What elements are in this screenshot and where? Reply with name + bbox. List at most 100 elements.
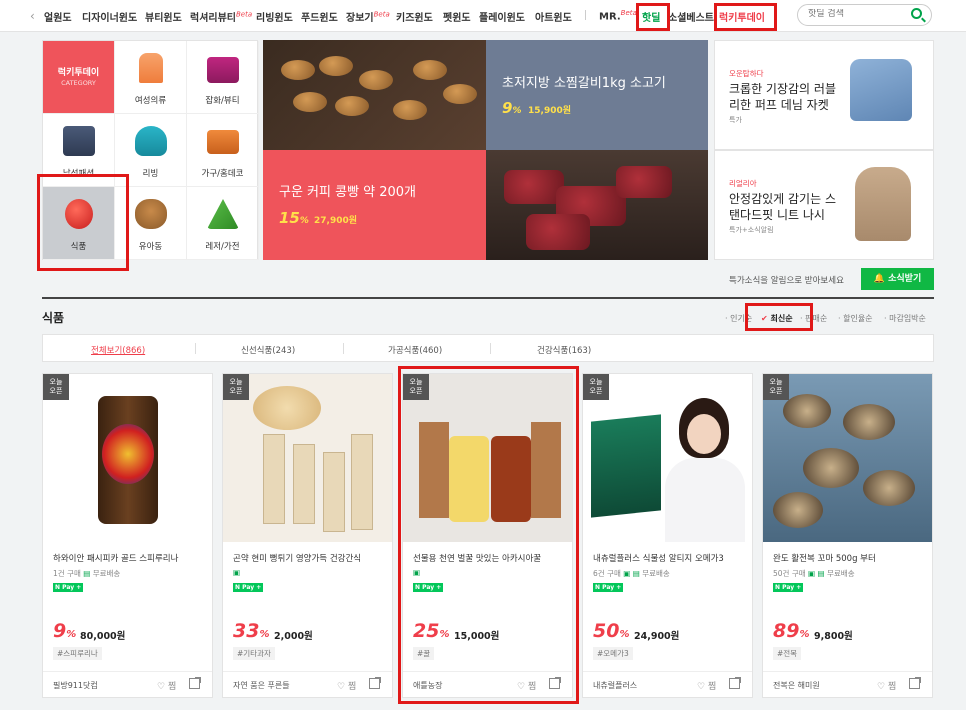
category-header-title: 럭키투데이 — [57, 68, 100, 78]
seller-name[interactable]: 자연 품은 푸른들 — [233, 680, 290, 691]
card-footer: 자연 품은 푸른들 ♡ 찜 — [223, 671, 392, 698]
product-tag[interactable]: #기타과자 — [233, 647, 275, 660]
tab-hotdeal[interactable]: 핫딜 — [642, 9, 660, 24]
wishlist-button[interactable]: ♡ 찜 — [517, 679, 536, 692]
beta-badge: Beta — [373, 10, 390, 19]
card-footer: 필방911닷컴 ♡ 찜 — [43, 671, 212, 698]
seller-name[interactable]: 내츄럴플러스 — [593, 680, 637, 691]
sort-popular[interactable]: · 인기순 — [725, 313, 752, 324]
share-icon[interactable] — [369, 677, 381, 689]
wishlist-button[interactable]: ♡ 찜 — [697, 679, 716, 692]
discount: 33% — [233, 620, 270, 642]
banner-beef[interactable]: 초저지방 소찜갈비1kg 소고기 9% 15,900원 — [486, 40, 708, 150]
product-name[interactable]: 하와이안 패시피카 골드 스피루리나 — [53, 552, 205, 564]
search-icon[interactable] — [911, 8, 922, 19]
ad-sub: 특가 — [729, 116, 742, 124]
product-name[interactable]: 내츄럴플러스 식물성 알티지 오메가3 — [593, 552, 745, 564]
nav-item[interactable]: 디자이너윈도 — [82, 9, 137, 24]
wishlist-button[interactable]: ♡ 찜 — [157, 679, 176, 692]
side-ad-knit[interactable]: 리얼리아 안정감있게 감기는 스탠다드핏 니트 나시 특가+소식알림 — [714, 150, 934, 260]
share-icon[interactable] — [189, 677, 201, 689]
category-label: 레저/가전 — [205, 242, 240, 252]
subtab-health[interactable]: 건강식품(163) — [537, 344, 591, 356]
nav-item[interactable]: 플레이윈도 — [479, 9, 525, 24]
category-leisure[interactable]: 레저/가전 — [187, 187, 259, 260]
tab-lucky-today[interactable]: 럭키투데이 — [719, 9, 765, 24]
chevron-left-icon[interactable]: ‹ — [30, 9, 35, 23]
product-name[interactable]: 곤약 현미 뻥튀기 영양가득 건강간식 — [233, 552, 385, 564]
product-name[interactable]: 선물용 천연 벌꿀 맛있는 아카시아꿀 — [413, 552, 565, 564]
sort-sales[interactable]: · 판매순 — [800, 313, 827, 324]
truck-icon: ▤ — [817, 569, 825, 578]
product-tag[interactable]: #오메가3 — [593, 647, 633, 660]
wishlist-button[interactable]: ♡ 찜 — [877, 679, 896, 692]
npay-badge: N Pay + — [413, 583, 443, 592]
product-card[interactable]: 오늘 오픈 선물용 천연 벌꿀 맛있는 아카시아꿀 ▣ N Pay + 25% 1… — [402, 373, 573, 698]
category-goods-beauty[interactable]: 잡화/뷰티 — [187, 41, 259, 114]
jacket-icon — [63, 126, 95, 156]
tab-social-best[interactable]: 소셜베스트 — [668, 9, 714, 24]
category-header: 럭키투데이 CATEGORY — [43, 41, 115, 114]
price-value: 24,900원 — [634, 631, 680, 642]
discount-value: 15 — [279, 209, 300, 227]
nav-item[interactable]: 아트윈도 — [535, 9, 572, 24]
banner-bread[interactable]: 구운 커피 콩빵 약 200개 15% 27,900원 — [263, 150, 486, 260]
discount-value: 25 — [413, 620, 440, 642]
product-meta: 1건 구매 ▤ 무료배송 — [53, 568, 120, 579]
category-womens[interactable]: 여성의류 — [115, 41, 187, 114]
product-card[interactable]: 오늘 오픈 하와이안 패시피카 골드 스피루리나 1건 구매 ▤ 무료배송 N P… — [42, 373, 213, 698]
search-box[interactable] — [797, 4, 932, 26]
product-card[interactable]: 오늘 오픈 완도 활전복 꼬마 500g 부터 50건 구매 ▣ ▤ 무료배송 N… — [762, 373, 933, 698]
today-open-badge: 오늘 오픈 — [43, 374, 69, 400]
seller-name[interactable]: 전복은 해미원 — [773, 680, 820, 691]
nav-item[interactable]: 리빙윈도 — [256, 9, 293, 24]
category-food[interactable]: 식품 — [43, 187, 115, 260]
subtab-all[interactable]: 전체보기(866) — [91, 344, 145, 356]
nav-item[interactable]: 펫윈도 — [443, 9, 471, 24]
sort-discount[interactable]: · 할인율순 — [838, 313, 873, 324]
subtab-processed[interactable]: 가공식품(460) — [388, 344, 442, 356]
nav-item[interactable]: 푸드윈도 — [301, 9, 338, 24]
check-icon: ✔ — [761, 314, 768, 323]
seller-name[interactable]: 필방911닷컴 — [53, 680, 98, 691]
nav-item[interactable]: 럭셔리뷰티Beta — [190, 9, 252, 24]
share-icon[interactable] — [909, 677, 921, 689]
product-name[interactable]: 완도 활전복 꼬마 500g 부터 — [773, 552, 925, 564]
nav-item[interactable]: 얼원도 — [44, 9, 72, 24]
product-card[interactable]: 오늘 오픈 내츄럴플러스 식물성 알티지 오메가3 6건 구매 ▣ ▤ 무료배송 … — [582, 373, 753, 698]
search-input[interactable] — [808, 9, 898, 19]
sort-label: 마감임박순 — [889, 314, 926, 323]
mr-beta-tab[interactable]: MR.Beta — [599, 9, 637, 22]
category-kids[interactable]: 유아동 — [115, 187, 187, 260]
wishlist-button[interactable]: ♡ 찜 — [337, 679, 356, 692]
banner-image-beef[interactable] — [486, 150, 708, 260]
seller-name[interactable]: 애틀농장 — [413, 680, 442, 691]
subscribe-button[interactable]: 🔔 소식받기 — [861, 268, 934, 290]
alert-text: 특가소식을 알림으로 받아보세요 — [729, 276, 844, 286]
product-tag[interactable]: #꿀 — [413, 647, 435, 660]
share-icon[interactable] — [549, 677, 561, 689]
nav-item[interactable]: 뷰티윈도 — [145, 9, 182, 24]
side-ad-jacket[interactable]: 오운탑하다 크롭한 기장감의 러블리한 퍼프 데님 자켓 특가 — [714, 40, 934, 150]
nav-item[interactable]: 장보기Beta — [346, 9, 390, 24]
heart-icon: ♡ — [697, 682, 706, 692]
wishlist-label: 찜 — [167, 682, 177, 692]
share-icon[interactable] — [729, 677, 741, 689]
subtab-fresh[interactable]: 신선식품(243) — [241, 344, 295, 356]
category-living[interactable]: 리빙 — [115, 114, 187, 187]
ad-sub: 특가+소식알림 — [729, 226, 774, 234]
sort-newest[interactable]: ✔ 최신순 — [761, 313, 793, 324]
product-tag[interactable]: #스피루리나 — [53, 647, 102, 660]
price-value: 9,800원 — [814, 631, 853, 642]
today-open-badge: 오늘 오픈 — [223, 374, 249, 400]
product-tag[interactable]: #전복 — [773, 647, 802, 660]
tent-icon — [207, 199, 239, 229]
purchase-count: 50건 구매 — [773, 569, 806, 578]
sort-deadline[interactable]: · 마감임박순 — [884, 313, 926, 324]
nav-item[interactable]: 키즈윈도 — [396, 9, 433, 24]
category-furniture[interactable]: 가구/홈데코 — [187, 114, 259, 187]
banner-image-bread[interactable] — [263, 40, 486, 150]
beta-badge: Beta — [236, 10, 253, 19]
product-card[interactable]: 오늘 오픈 곤약 현미 뻥튀기 영양가득 건강간식 ▣ N Pay + 33% 2… — [222, 373, 393, 698]
category-mens[interactable]: 남성패션 — [43, 114, 115, 187]
